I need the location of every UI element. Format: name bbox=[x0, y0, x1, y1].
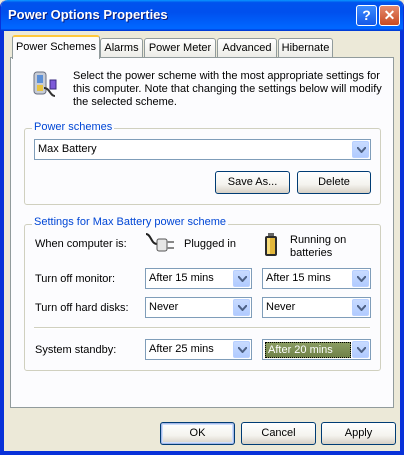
turn-off-hard-disks-label: Turn off hard disks: bbox=[35, 302, 129, 314]
save-as-button[interactable]: Save As... bbox=[215, 171, 290, 194]
power-scheme-select[interactable]: Max Battery bbox=[34, 139, 371, 160]
cancel-button[interactable]: Cancel bbox=[241, 422, 316, 445]
window-title: Power Options Properties bbox=[8, 7, 168, 22]
chevron-down-icon[interactable] bbox=[352, 270, 369, 287]
chevron-down-icon[interactable] bbox=[233, 299, 250, 316]
standby-battery-value: After 20 mins bbox=[265, 342, 351, 358]
tab-power-meter[interactable]: Power Meter bbox=[144, 38, 216, 58]
system-standby-label: System standby: bbox=[35, 344, 117, 356]
power-options-window: Power Options Properties ? ✕ Power Schem… bbox=[0, 0, 404, 455]
close-button[interactable]: ✕ bbox=[379, 5, 400, 26]
turn-off-monitor-label: Turn off monitor: bbox=[35, 273, 116, 285]
tab-power-schemes[interactable]: Power Schemes bbox=[12, 35, 100, 59]
monitor-plugged-select[interactable]: After 15 mins bbox=[145, 268, 252, 289]
tab-advanced[interactable]: Advanced bbox=[217, 38, 277, 58]
chevron-down-icon[interactable] bbox=[233, 270, 250, 287]
hard-disks-battery-value: Never bbox=[266, 301, 296, 313]
hard-disks-plugged-value: Never bbox=[149, 301, 179, 313]
monitor-plugged-value: After 15 mins bbox=[149, 272, 214, 284]
monitor-battery-value: After 15 mins bbox=[266, 272, 331, 284]
chevron-down-icon[interactable] bbox=[233, 341, 250, 358]
chevron-down-icon[interactable] bbox=[352, 141, 369, 158]
monitor-battery-select[interactable]: After 15 mins bbox=[262, 268, 371, 289]
standby-plugged-value: After 25 mins bbox=[149, 343, 214, 355]
plugged-in-label: Plugged in bbox=[184, 238, 236, 250]
when-computer-is-label: When computer is: bbox=[35, 238, 127, 250]
window-frame-right bbox=[400, 31, 403, 454]
power-schemes-group-label: Power schemes bbox=[32, 121, 115, 133]
hard-disks-battery-select[interactable]: Never bbox=[262, 297, 371, 318]
delete-button[interactable]: Delete bbox=[297, 171, 371, 194]
settings-divider bbox=[34, 327, 370, 329]
hard-disks-plugged-select[interactable]: Never bbox=[145, 297, 252, 318]
chevron-down-icon[interactable] bbox=[352, 299, 369, 316]
battery-icon bbox=[263, 232, 279, 258]
standby-battery-select[interactable]: After 20 mins bbox=[262, 339, 371, 360]
ok-button[interactable]: OK bbox=[160, 422, 235, 445]
window-frame-left bbox=[1, 31, 4, 454]
tab-hibernate[interactable]: Hibernate bbox=[278, 38, 333, 58]
power-scheme-icon bbox=[28, 70, 58, 100]
chevron-down-icon[interactable] bbox=[352, 341, 369, 358]
help-button[interactable]: ? bbox=[356, 5, 377, 26]
window-frame-bottom bbox=[1, 451, 403, 454]
title-bar[interactable]: Power Options Properties ? ✕ bbox=[1, 0, 403, 31]
intro-text: Select the power scheme with the most ap… bbox=[73, 70, 382, 108]
plug-icon bbox=[143, 230, 179, 260]
tab-alarms[interactable]: Alarms bbox=[100, 38, 143, 58]
apply-button[interactable]: Apply bbox=[321, 422, 396, 445]
settings-group-label: Settings for Max Battery power scheme bbox=[32, 216, 228, 228]
standby-plugged-select[interactable]: After 25 mins bbox=[145, 339, 252, 360]
running-on-batteries-label: Running on batteries bbox=[290, 234, 347, 259]
power-scheme-value: Max Battery bbox=[38, 143, 97, 155]
